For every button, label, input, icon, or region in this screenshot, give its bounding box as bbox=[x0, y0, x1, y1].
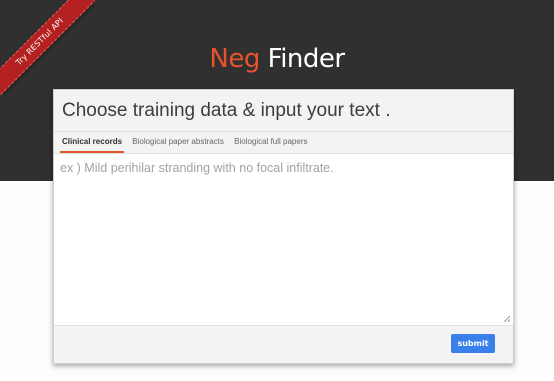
text-input-area[interactable] bbox=[54, 154, 513, 325]
tab-biological-paper-abstracts[interactable]: Biological paper abstracts bbox=[130, 132, 226, 153]
submit-button[interactable]: submit bbox=[451, 334, 495, 353]
logo-name-text: Finder bbox=[267, 44, 345, 74]
card-title: Choose training data & input your text . bbox=[54, 90, 513, 132]
app-logo: Neg Finder bbox=[0, 44, 554, 74]
card-footer: submit bbox=[54, 325, 513, 363]
logo-accent-text: Neg bbox=[209, 44, 260, 74]
tab-biological-full-papers[interactable]: Biological full papers bbox=[232, 132, 309, 153]
training-data-tabs: Clinical records Biological paper abstra… bbox=[54, 132, 513, 154]
input-card: Choose training data & input your text .… bbox=[53, 89, 514, 364]
tab-clinical-records[interactable]: Clinical records bbox=[60, 132, 125, 153]
resize-handle-icon[interactable] bbox=[504, 316, 510, 322]
